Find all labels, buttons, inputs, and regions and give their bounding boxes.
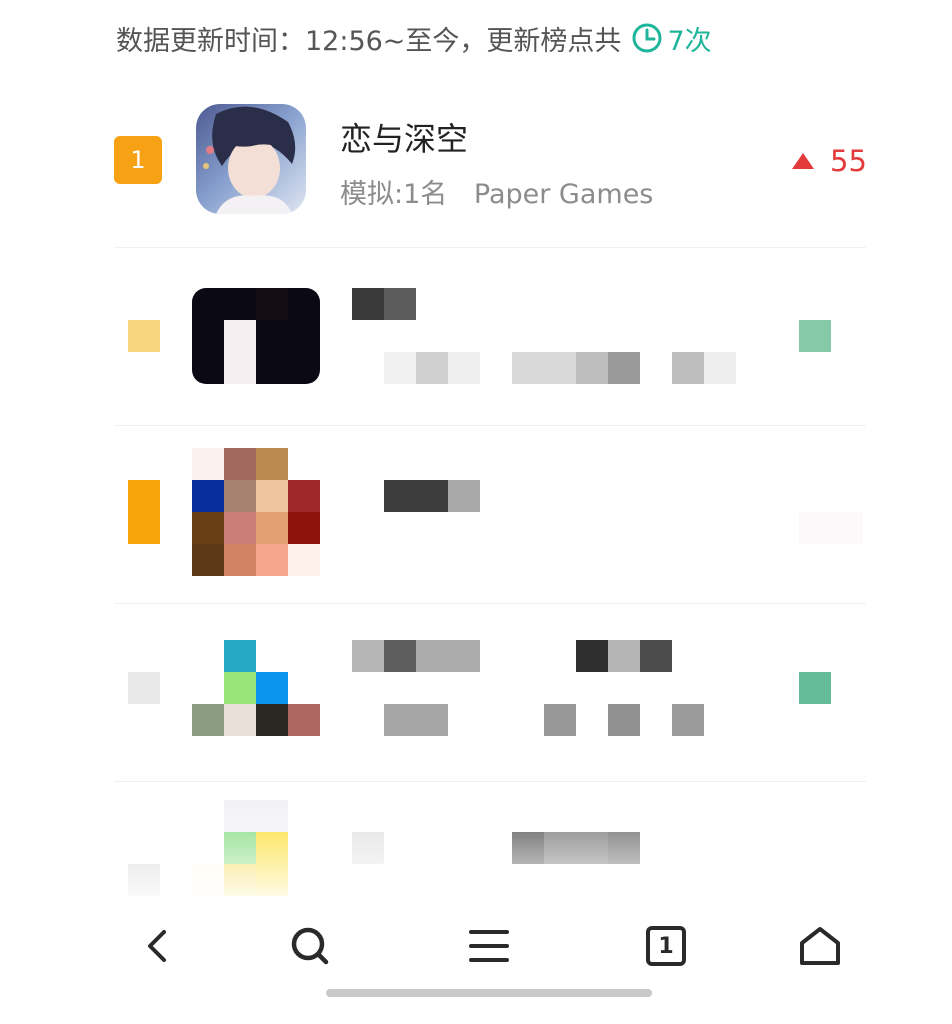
obscured-text — [576, 352, 608, 384]
rank-badge — [128, 320, 160, 352]
obscured-text — [384, 352, 416, 384]
search-icon — [291, 927, 329, 965]
app-icon[interactable] — [196, 104, 306, 214]
obscured-text — [352, 288, 384, 320]
trend-indicator — [799, 512, 863, 544]
obscured-text — [448, 352, 480, 384]
obscured-text — [608, 640, 640, 672]
list-item[interactable]: 1 恋与深空 模拟:1名 Paper Games 55 — [114, 96, 867, 246]
divider — [114, 425, 866, 426]
rank-badge — [128, 672, 160, 704]
home-icon — [800, 927, 840, 965]
obscured-text — [576, 640, 608, 672]
game-avatar-image — [196, 104, 306, 214]
app-subtitle: 模拟:1名 Paper Games — [340, 172, 653, 211]
update-time-text: 数据更新时间：12:56~至今，更新榜点共 — [116, 25, 622, 57]
trend-value: 55 — [830, 144, 867, 178]
obscured-text — [448, 480, 480, 512]
rank-badge — [128, 480, 160, 544]
divider — [114, 247, 866, 248]
rank-badge: 1 — [114, 136, 162, 184]
obscured-text — [608, 352, 640, 384]
obscured-text — [512, 352, 576, 384]
obscured-text — [640, 640, 672, 672]
tabs-count: 1 — [658, 933, 674, 959]
search-button[interactable] — [282, 918, 338, 974]
app-icon[interactable] — [192, 288, 320, 384]
scroll-fade — [0, 780, 952, 910]
trend-indicator — [799, 320, 831, 352]
obscured-text — [384, 640, 416, 672]
app-category: 模拟:1名 — [340, 179, 448, 210]
obscured-text — [416, 352, 448, 384]
arrow-up-icon — [792, 153, 814, 169]
trend-indicator — [799, 672, 831, 704]
obscured-text — [608, 704, 640, 736]
menu-icon — [469, 930, 509, 962]
menu-button[interactable] — [461, 918, 517, 974]
update-info: 数据更新时间：12:56~至今，更新榜点共 7次 — [116, 16, 712, 60]
obscured-text — [384, 288, 416, 320]
obscured-text — [352, 640, 384, 672]
clock-icon — [632, 23, 662, 53]
bottom-nav: 1 — [0, 900, 952, 990]
obscured-text — [704, 352, 736, 384]
app-icon[interactable] — [192, 640, 320, 736]
app-name[interactable]: 恋与深空 — [340, 114, 468, 160]
tabs-button[interactable]: 1 — [638, 918, 694, 974]
home-button[interactable] — [792, 918, 848, 974]
back-button[interactable] — [130, 918, 186, 974]
app-ranking-page: 数据更新时间：12:56~至今，更新榜点共 7次 1 恋与深空 模拟:1名 Pa… — [0, 0, 952, 1024]
app-developer: Paper Games — [473, 179, 654, 210]
divider — [114, 603, 866, 604]
obscured-text — [672, 352, 704, 384]
update-count: 7次 — [631, 19, 712, 58]
obscured-text — [384, 480, 448, 512]
obscured-text — [384, 704, 448, 736]
chevron-left-icon — [148, 930, 166, 962]
home-indicator[interactable] — [326, 989, 652, 997]
obscured-text — [416, 640, 480, 672]
rank-trend: 55 — [790, 144, 867, 178]
obscured-text — [672, 704, 704, 736]
obscured-text — [544, 704, 576, 736]
update-count-value: 7次 — [667, 25, 712, 57]
app-icon[interactable] — [192, 448, 320, 576]
